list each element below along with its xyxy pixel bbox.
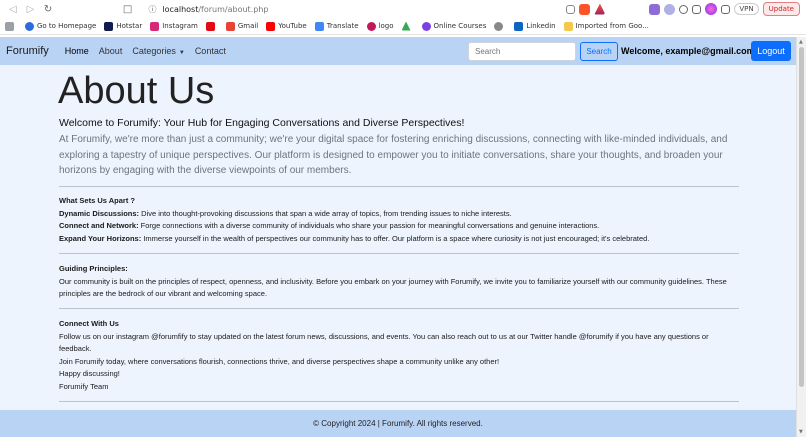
section-title: What Sets Us Apart ? [59,196,135,205]
hotstar-icon [104,21,114,31]
main-content: About Us Welcome to Forumify: Your Hub f… [0,65,796,410]
nav-home[interactable]: Home [65,46,89,56]
reload-icon[interactable]: ↻ [41,2,55,16]
brave-rewards-icon[interactable] [594,3,606,15]
wallet-icon[interactable] [721,4,731,14]
lead-heading: Welcome to Forumify: Your Hub for Engagi… [59,117,465,129]
search-input[interactable] [468,42,576,61]
nav-contact[interactable]: Contact [195,46,226,56]
homepage-icon [25,21,34,31]
scroll-up-icon[interactable]: ▲ [799,39,803,45]
connect-section: Connect With Us Follow us on our instagr… [59,318,739,393]
divider [59,401,739,402]
feature-item: Expand Your Horizons: Immerse yourself i… [59,233,739,246]
folder-icon [563,21,573,31]
feature-label: Dynamic Discussions: [59,208,140,218]
bookmark-online-courses[interactable]: Online Courses [421,21,486,31]
url-path: /forum/about.php [198,4,269,14]
site-footer: © Copyright 2024 | Forumify. All rights … [0,410,796,437]
bookmark-icon[interactable]: □ [121,2,135,16]
bookmark-translate[interactable]: Translate [314,21,359,31]
connect-line: Forumify Team [59,381,109,391]
courses-icon [421,21,431,31]
logout-button[interactable]: Logout [751,41,791,61]
connect-line: Follow us on our instagram @forumfify to… [59,331,709,354]
section-title: Guiding Principles: [59,264,128,273]
lead-text: At Forumify, we're more than just a comm… [59,134,728,176]
forward-icon[interactable]: ▷ [24,2,38,16]
principles-text: Our community is built on the principles… [59,276,727,299]
bookmark-linkedin[interactable]: Linkedin [514,21,556,31]
nav-categories-label: Categories [132,46,176,56]
copyright-text: © Copyright 2024 | Forumify. All rights … [313,419,483,428]
welcome-text: Welcome, example@gmail.com [621,46,755,56]
brand-logo[interactable]: Forumify [6,45,49,57]
youtube-icon [266,21,276,31]
bookmark-youtube[interactable]: YouTube [266,21,307,31]
guiding-principles-section: Guiding Principles: Our community is bui… [59,263,739,301]
site-info-icon[interactable]: ⓘ [148,4,156,15]
translate-icon [314,21,324,31]
linkedin-icon [514,21,524,31]
scroll-thumb[interactable] [799,47,804,387]
bookmark-instagram[interactable]: Instagram [150,21,198,31]
brave-shield-icon[interactable] [579,3,591,15]
gmail-icon [225,21,235,31]
site-navbar: Forumify Home About Categories ▼ Contact … [0,37,796,65]
connect-line: Happy discussing! [59,369,120,378]
feature-text: Forge connections with a diverse communi… [138,221,600,230]
feature-text: Immerse yourself in the wealth of perspe… [141,233,650,243]
bookmark-hotstar[interactable]: Hotstar [104,21,142,31]
bookmarks-bar: Go to Homepage Hotstar Instagram Gmail Y… [0,18,806,35]
extension-s-icon[interactable] [649,3,661,15]
feature-item: Dynamic Discussions: Dive into thought-p… [59,208,739,221]
search-button[interactable]: Search [580,42,618,61]
scroll-down-icon[interactable]: ▼ [799,429,803,435]
url-host: localhost [162,4,199,14]
extension-shield-icon[interactable] [664,3,676,15]
address-bar[interactable]: ⓘ localhost/forum/about.php [148,2,566,16]
divider [59,253,739,254]
logo-icon [366,21,376,31]
page-scrollbar[interactable]: ▲ ▼ [796,37,806,437]
misc-icon [494,21,504,31]
bookmark-misc[interactable] [494,21,506,31]
feature-label: Connect and Network: [59,221,139,230]
update-button[interactable]: Update [762,2,800,16]
feature-item: Connect and Network: Forge connections w… [59,220,739,233]
bookmark-imported-folder[interactable]: Imported from Goo... [563,21,649,31]
drive-icon [401,21,411,31]
bookmark-gmail[interactable]: Gmail [225,21,258,31]
share-icon[interactable] [566,4,576,14]
bookmark-drive[interactable] [401,21,414,31]
section-title: Connect With Us [59,319,119,328]
instagram-icon [150,21,160,31]
back-icon[interactable]: ◁ [6,2,20,16]
chevron-down-icon: ▼ [178,50,185,56]
feature-text: Dive into thought-provoking discussions … [139,208,512,218]
page-title: About Us [58,70,215,112]
bookmark-logo[interactable]: logo [366,21,394,31]
extension-chat-icon[interactable] [679,4,689,14]
browser-extensions: VPN Update [566,2,800,16]
bookmark-go-to-homepage[interactable]: Go to Homepage [25,21,96,31]
apps-icon[interactable] [5,21,17,31]
vpn-button[interactable]: VPN [734,3,759,15]
browser-toolbar: ◁ ▷ ↻ □ ⓘ localhost/forum/about.php VPN … [0,0,806,18]
profile-avatar-icon[interactable] [705,3,718,15]
sidebar-icon[interactable] [692,4,702,14]
bookmark-netflix[interactable] [205,21,218,31]
what-sets-us-apart-section: What Sets Us Apart ? Dynamic Discussions… [59,195,739,245]
feature-label: Expand Your Horizons: [59,233,142,243]
connect-line: Join Forumify today, where conversations… [59,356,500,366]
netflix-icon [205,21,215,31]
nav-about[interactable]: About [99,46,123,56]
nav-categories[interactable]: Categories ▼ [132,46,184,56]
divider [59,186,739,187]
divider [59,308,739,309]
